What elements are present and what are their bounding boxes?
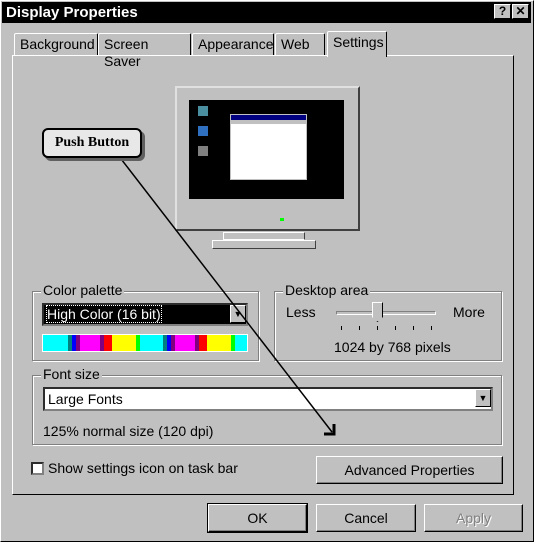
slider-tick: [431, 326, 432, 330]
palette-swatch: [103, 335, 112, 351]
palette-swatch: [111, 335, 136, 351]
less-label: Less: [286, 304, 316, 320]
ok-button[interactable]: OK: [207, 503, 308, 533]
color-palette-dropdown[interactable]: High Color (16 bit) ▼: [42, 303, 248, 326]
color-palette-value: High Color (16 bit): [46, 305, 162, 323]
window-title: Display Properties: [6, 4, 138, 21]
preview-window: [230, 114, 307, 180]
resolution-slider-thumb[interactable]: [372, 302, 383, 322]
desktop-icon: [198, 106, 208, 116]
color-palette-label: Color palette: [41, 282, 125, 298]
advanced-properties-button[interactable]: Advanced Properties: [316, 456, 503, 484]
slider-tick: [377, 326, 378, 330]
show-settings-icon-label: Show settings icon on task bar: [48, 460, 238, 476]
desktop-icon: [198, 126, 208, 136]
desktop-area-label: Desktop area: [283, 282, 371, 298]
palette-swatch: [139, 335, 164, 351]
apply-button[interactable]: Apply: [424, 504, 523, 532]
resolution-text: 1024 by 768 pixels: [334, 339, 451, 355]
slider-tick: [341, 326, 342, 330]
monitor-preview: [175, 86, 360, 231]
desktop-area-group: Desktop area Less More 1024 by 768 pixel…: [274, 282, 502, 361]
color-palette-preview: [42, 334, 248, 352]
palette-swatch: [207, 335, 232, 351]
help-button[interactable]: ?: [494, 4, 511, 19]
tab-settings[interactable]: Settings: [327, 31, 387, 57]
slider-track: [336, 311, 436, 315]
font-size-value: Large Fonts: [48, 391, 123, 407]
more-label: More: [453, 304, 485, 320]
show-settings-icon-checkbox[interactable]: [31, 462, 44, 475]
desktop-icon: [198, 146, 208, 156]
preview-taskbar: [189, 199, 344, 207]
palette-swatch: [79, 335, 100, 351]
cancel-button[interactable]: Cancel: [316, 504, 416, 532]
font-size-label: Font size: [41, 366, 102, 382]
palette-swatch: [235, 335, 248, 351]
font-size-dropdown[interactable]: Large Fonts ▼: [43, 387, 493, 411]
tab-appearance[interactable]: Appearance: [192, 33, 274, 55]
color-palette-group: Color palette High Color (16 bit) ▼: [32, 282, 259, 361]
palette-swatch: [199, 335, 208, 351]
close-button[interactable]: ✕: [512, 4, 529, 19]
tab-web[interactable]: Web: [275, 33, 325, 55]
power-light: [280, 218, 284, 221]
monitor-base: [212, 240, 316, 249]
slider-tick: [413, 326, 414, 330]
font-size-description: 125% normal size (120 dpi): [43, 423, 214, 439]
tab-screen-saver[interactable]: Screen Saver: [98, 33, 191, 69]
push-button-callout: Push Button: [42, 128, 142, 158]
tab-background[interactable]: Background: [14, 33, 98, 55]
chevron-down-icon[interactable]: ▼: [230, 305, 246, 323]
palette-swatch: [175, 335, 196, 351]
preview-screen: [189, 100, 344, 207]
slider-tick: [395, 326, 396, 330]
monitor-neck: [223, 232, 305, 240]
palette-swatch: [43, 335, 68, 351]
font-size-group: Font size Large Fonts ▼ 125% normal size…: [32, 366, 502, 445]
slider-tick: [359, 326, 360, 330]
title-bar: Display Properties: [2, 2, 531, 23]
chevron-down-icon[interactable]: ▼: [475, 389, 491, 407]
